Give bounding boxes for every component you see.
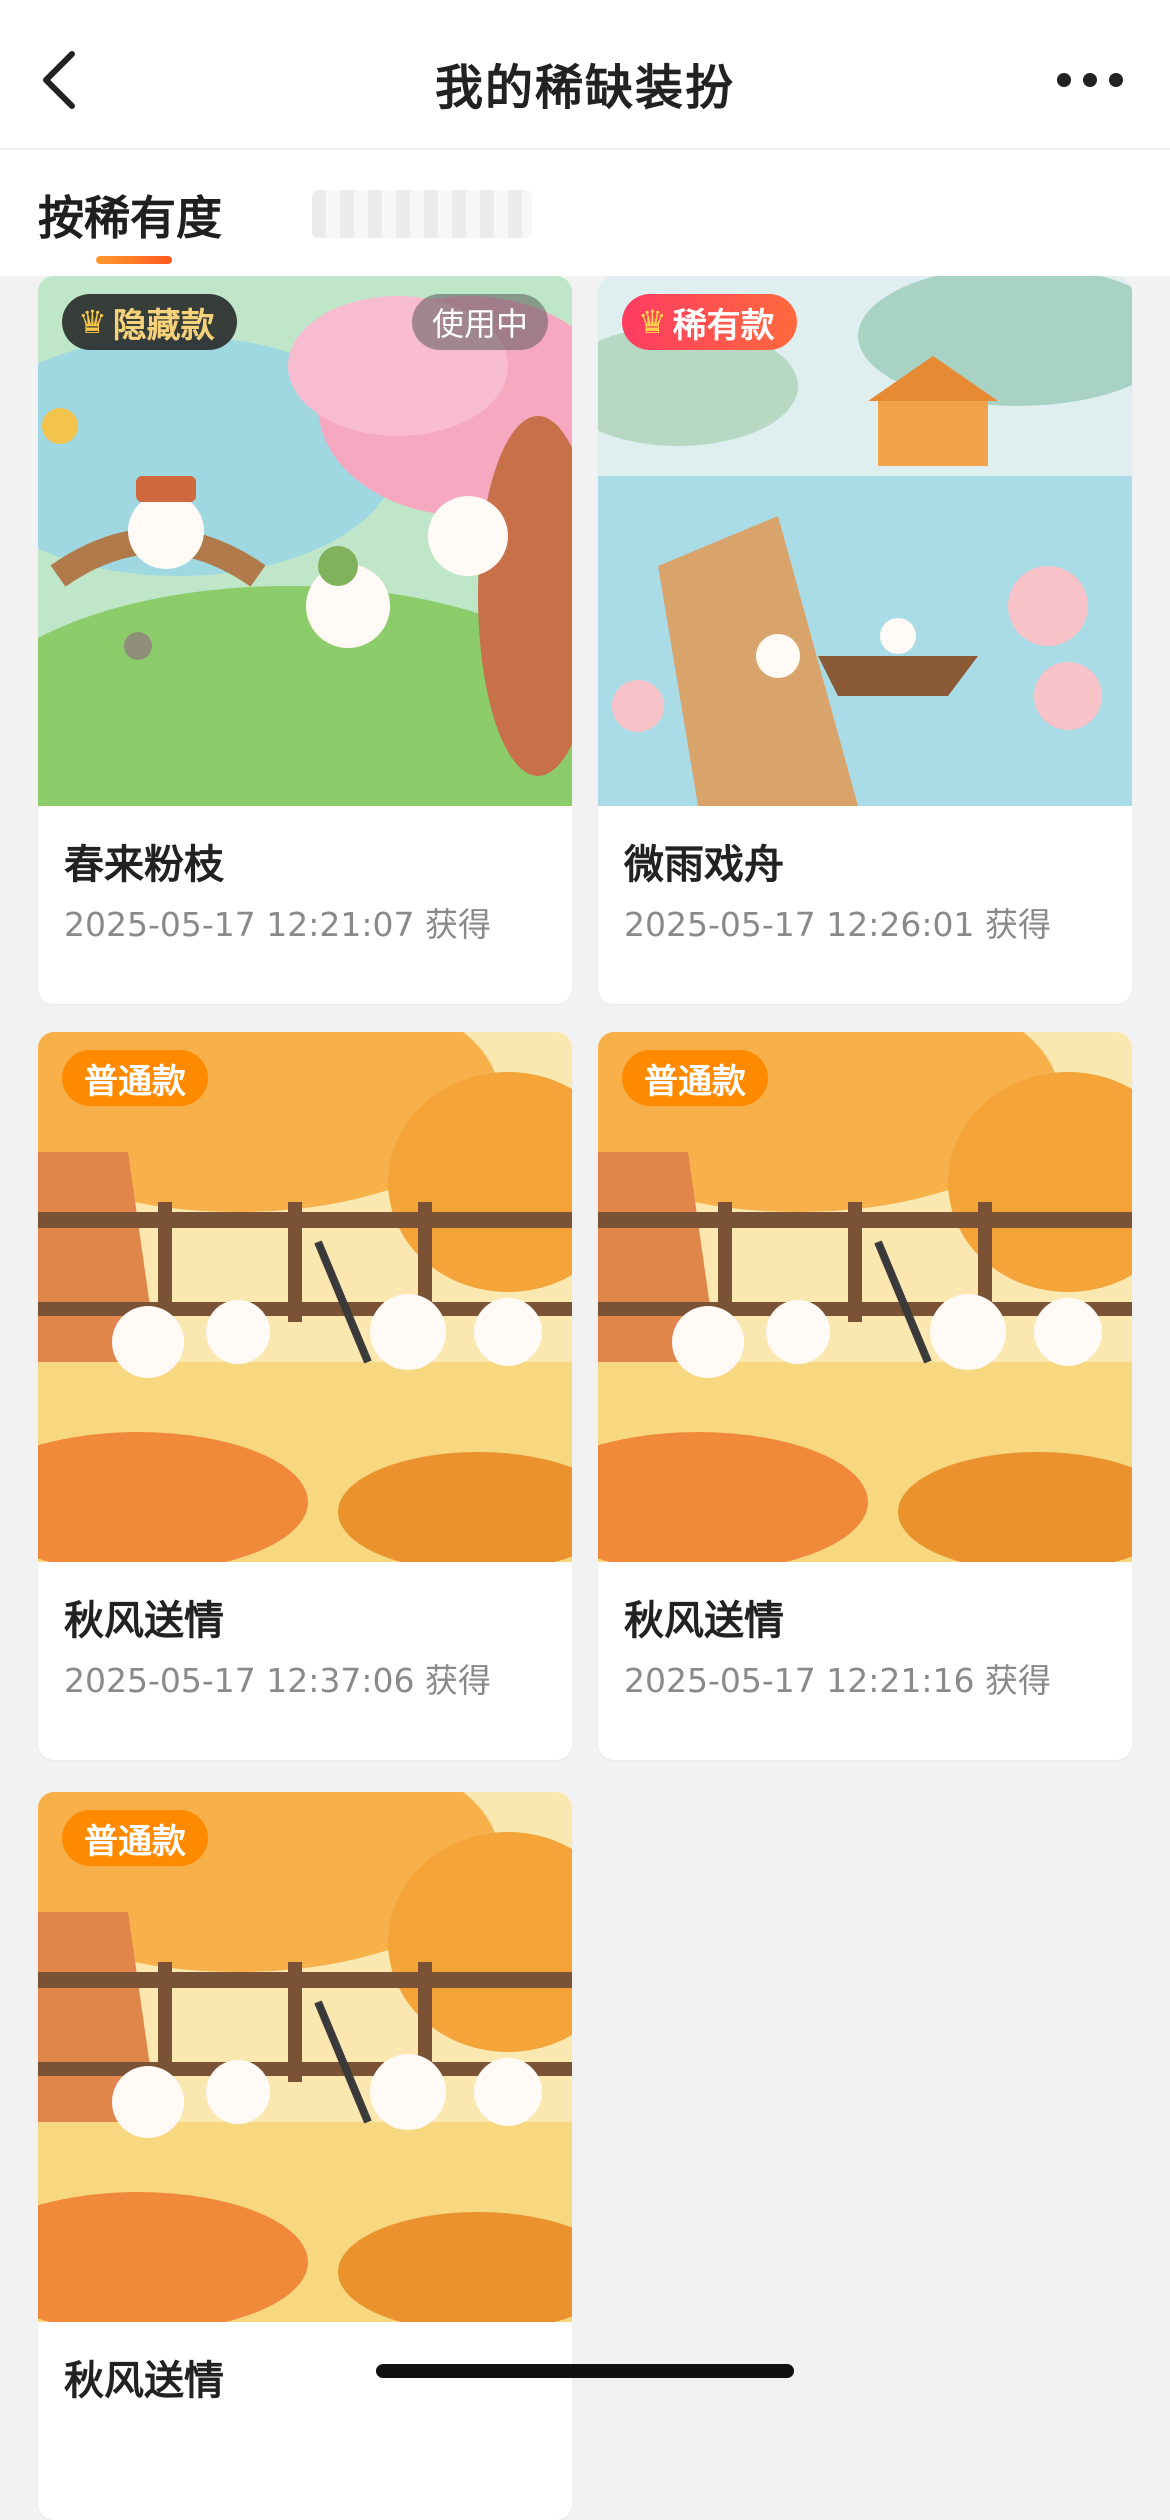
tab-obscured[interactable] — [312, 190, 532, 238]
rarity-badge: ♛ 隐藏款 — [62, 294, 237, 350]
tab-by-rarity[interactable]: 按稀有度 — [38, 182, 222, 248]
navigation-bar: 我的稀缺装扮 — [0, 0, 1170, 150]
outfit-card[interactable]: 普通款 秋风送情 2025-05-17 12:21:16 获得 — [598, 1032, 1132, 1760]
crown-icon: ♛ — [638, 303, 667, 341]
outfit-card[interactable]: 普通款 秋风送情 2025-05-17 12:37:06 获得 — [38, 1032, 572, 1760]
rarity-label: 普通款 — [84, 1821, 186, 1862]
rarity-label: 隐藏款 — [112, 305, 215, 346]
outfit-artwork — [38, 1792, 572, 2322]
more-icon — [1057, 73, 1071, 87]
outfit-name: 春来粉枝 — [64, 842, 224, 888]
acquired-time: 2025-05-17 12:26:01 获得 — [624, 905, 1051, 944]
outfit-name: 微雨戏舟 — [624, 842, 784, 888]
acquired-time: 2025-05-17 12:21:16 获得 — [624, 1661, 1051, 1700]
acquired-time: 2025-05-17 12:21:07 获得 — [64, 905, 491, 944]
outfit-artwork — [598, 1032, 1132, 1562]
more-icon-dot — [1109, 73, 1123, 87]
rarity-badge: 普通款 — [62, 1810, 208, 1866]
outfit-artwork — [38, 276, 572, 806]
in-use-badge: 使用中 — [411, 294, 548, 350]
outfit-artwork — [598, 276, 1132, 806]
rarity-badge: ♛ 稀有款 — [622, 294, 797, 350]
outfit-card[interactable]: 普通款 秋风送情 — [38, 1792, 572, 2520]
more-options-button[interactable] — [1040, 40, 1140, 120]
more-icon-dot — [1083, 73, 1097, 87]
outfit-card[interactable]: ♛ 隐藏款 使用中 春来粉枝 2025-05-17 12:21:07 获得 — [38, 276, 572, 1004]
rarity-badge: 普通款 — [622, 1050, 768, 1106]
rarity-label: 普通款 — [84, 1061, 186, 1102]
acquired-time: 2025-05-17 12:37:06 获得 — [64, 1661, 491, 1700]
page-title: 我的稀缺装扮 — [434, 60, 735, 116]
home-indicator — [376, 2364, 794, 2378]
outfit-artwork — [38, 1032, 572, 1562]
outfit-name: 秋风送情 — [64, 2358, 224, 2404]
tab-active-indicator — [96, 256, 172, 264]
rarity-label: 普通款 — [644, 1061, 746, 1102]
outfit-card[interactable]: ♛ 稀有款 微雨戏舟 2025-05-17 12:26:01 获得 — [598, 276, 1132, 1004]
outfit-name: 秋风送情 — [624, 1598, 784, 1644]
sort-tabs: 按稀有度 — [0, 150, 1170, 276]
rarity-label: 稀有款 — [672, 305, 775, 346]
crown-icon: ♛ — [78, 303, 107, 341]
rarity-badge: 普通款 — [62, 1050, 208, 1106]
outfit-name: 秋风送情 — [64, 1598, 224, 1644]
